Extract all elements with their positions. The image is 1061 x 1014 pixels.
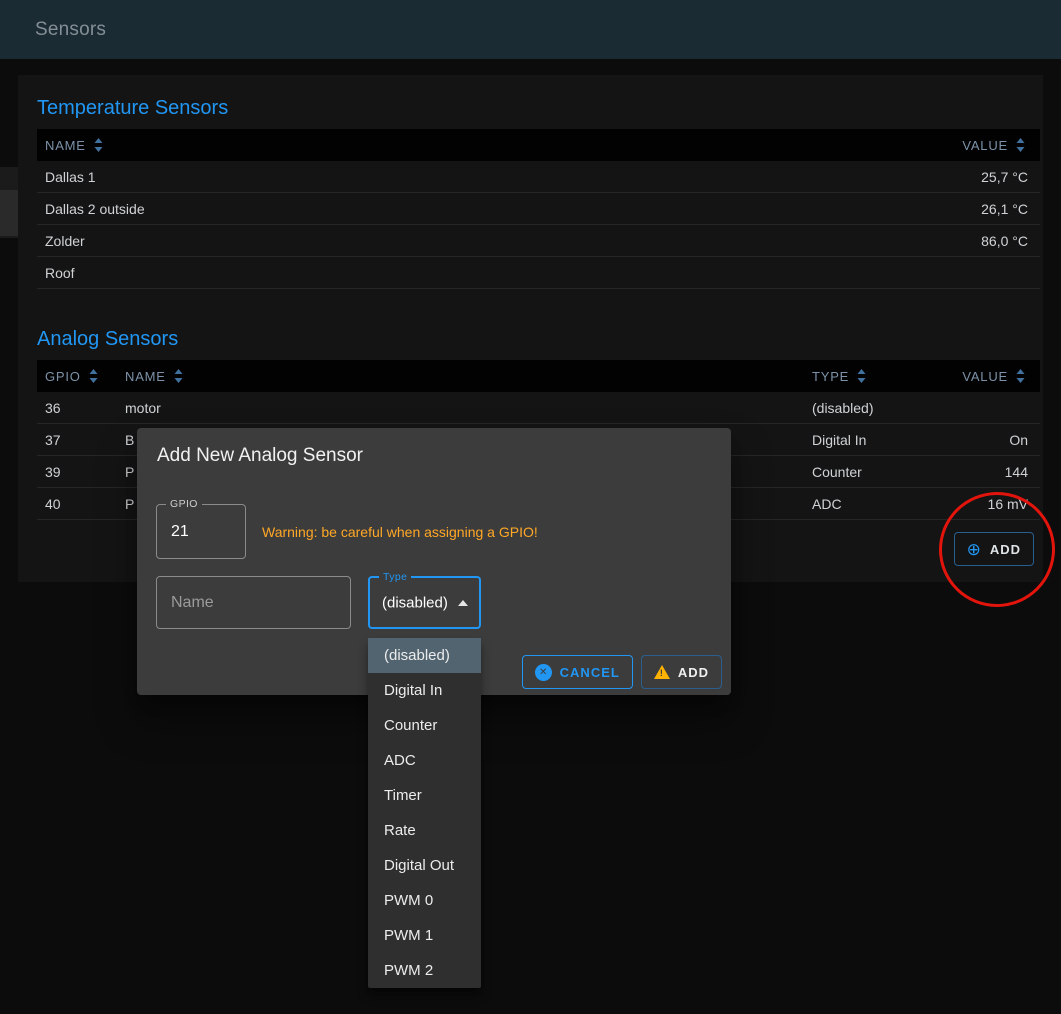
sort-icon <box>89 369 98 383</box>
sort-icon <box>1016 138 1025 152</box>
dropdown-option[interactable]: Timer <box>368 778 481 813</box>
table-row[interactable]: Zolder 86,0 °C <box>37 225 1040 257</box>
add-button-label: ADD <box>990 542 1021 557</box>
dropdown-option[interactable]: Digital Out <box>368 848 481 883</box>
gpio-warning-text: Warning: be careful when assigning a GPI… <box>262 524 538 540</box>
analog-table-header: GPIO NAME TYPE VALUE <box>37 360 1040 392</box>
column-header-name[interactable]: NAME <box>117 360 804 392</box>
column-label: VALUE <box>962 138 1008 153</box>
cell-gpio: 36 <box>37 400 117 416</box>
cell-name: Zolder <box>37 233 880 249</box>
cell-value: 144 <box>920 464 1040 480</box>
table-row[interactable]: 36 motor (disabled) <box>37 392 1040 424</box>
dropdown-option[interactable]: Counter <box>368 708 481 743</box>
circle-plus-icon: ⊕ <box>967 541 982 558</box>
cell-name: Dallas 2 outside <box>37 201 880 217</box>
circle-x-icon: ✕ <box>535 664 552 681</box>
dropdown-option[interactable]: Rate <box>368 813 481 848</box>
dialog-add-button[interactable]: ! ADD <box>641 655 722 689</box>
name-field <box>156 576 351 629</box>
table-row[interactable]: Dallas 2 outside 26,1 °C <box>37 193 1040 225</box>
column-header-name[interactable]: NAME <box>37 129 880 161</box>
dropdown-option[interactable]: PWM 0 <box>368 883 481 918</box>
caret-up-icon <box>458 600 468 606</box>
nav-drawer-highlight <box>0 190 18 236</box>
name-input[interactable] <box>157 577 350 628</box>
cell-name: Dallas 1 <box>37 169 880 185</box>
column-header-gpio[interactable]: GPIO <box>37 360 117 392</box>
dialog-title: Add New Analog Sensor <box>157 445 363 467</box>
cell-name: motor <box>117 400 804 416</box>
sort-icon <box>857 369 866 383</box>
temperature-section-title: Temperature Sensors <box>37 95 1043 121</box>
analog-section-title: Analog Sensors <box>37 326 1043 352</box>
cell-value: 16 mV <box>920 496 1040 512</box>
column-label: TYPE <box>812 369 849 384</box>
dropdown-option[interactable]: PWM 2 <box>368 953 481 988</box>
temperature-table-header: NAME VALUE <box>37 129 1040 161</box>
app-header: Sensors <box>0 0 1061 59</box>
warning-triangle-icon: ! <box>654 665 670 679</box>
column-label: NAME <box>125 369 166 384</box>
type-field-label: Type <box>379 571 411 583</box>
cell-type: (disabled) <box>804 400 920 416</box>
sort-icon <box>1016 369 1025 383</box>
column-label: NAME <box>45 138 86 153</box>
cell-type: Digital In <box>804 432 920 448</box>
dropdown-option[interactable]: Digital In <box>368 673 481 708</box>
temperature-rows: Dallas 1 25,7 °C Dallas 2 outside 26,1 °… <box>37 161 1040 289</box>
page-title: Sensors <box>35 19 106 41</box>
cancel-button[interactable]: ✕ CANCEL <box>522 655 633 689</box>
cell-value: 25,7 °C <box>880 169 1040 185</box>
cell-value: On <box>920 432 1040 448</box>
temperature-section: Temperature Sensors NAME VALUE Dallas 1 … <box>18 95 1043 289</box>
nav-drawer-edge <box>0 167 18 238</box>
cancel-button-label: CANCEL <box>560 665 620 680</box>
column-label: VALUE <box>962 369 1008 384</box>
cell-value: 26,1 °C <box>880 201 1040 217</box>
cell-type: Counter <box>804 464 920 480</box>
dropdown-option[interactable]: ADC <box>368 743 481 778</box>
cell-name: Roof <box>37 265 880 281</box>
add-sensor-button[interactable]: ⊕ ADD <box>954 532 1034 566</box>
gpio-field-label: GPIO <box>166 498 202 510</box>
temperature-table: NAME VALUE Dallas 1 25,7 °C Dalla <box>37 129 1040 289</box>
sort-icon <box>174 369 183 383</box>
dropdown-option[interactable]: PWM 1 <box>368 918 481 953</box>
type-selected-value: (disabled) <box>382 594 448 611</box>
column-label: GPIO <box>45 369 81 384</box>
dialog-footer: ✕ CANCEL ! ADD <box>522 655 722 689</box>
gpio-field: GPIO <box>156 504 246 559</box>
cell-gpio: 39 <box>37 464 117 480</box>
table-row[interactable]: Dallas 1 25,7 °C <box>37 161 1040 193</box>
column-header-value[interactable]: VALUE <box>880 129 1040 161</box>
sort-icon <box>94 138 103 152</box>
dropdown-option[interactable]: (disabled) <box>368 638 481 673</box>
column-header-type[interactable]: TYPE <box>804 360 920 392</box>
cell-value: 86,0 °C <box>880 233 1040 249</box>
type-dropdown-menu: (disabled) Digital In Counter ADC Timer … <box>368 638 481 988</box>
gpio-input[interactable] <box>157 505 245 558</box>
table-row[interactable]: Roof <box>37 257 1040 289</box>
cell-type: ADC <box>804 496 920 512</box>
type-select[interactable]: Type (disabled) <box>368 576 481 629</box>
column-header-value[interactable]: VALUE <box>920 360 1040 392</box>
dialog-add-button-label: ADD <box>678 665 709 680</box>
cell-gpio: 37 <box>37 432 117 448</box>
cell-gpio: 40 <box>37 496 117 512</box>
